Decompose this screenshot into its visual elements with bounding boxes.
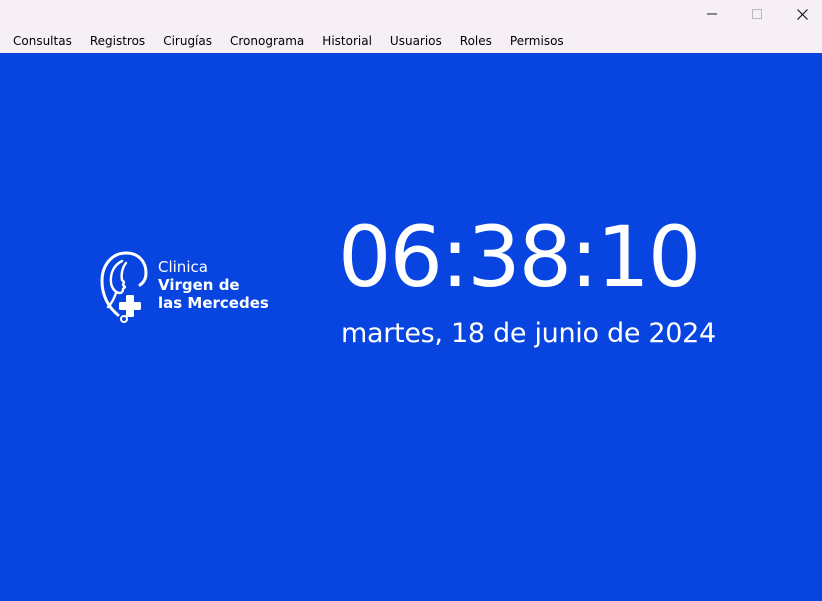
clock-display: 06:38:10 [338, 208, 701, 306]
app-window: Consultas Registros Cirugías Cronograma … [0, 0, 822, 601]
menu-item-usuarios[interactable]: Usuarios [381, 31, 451, 51]
logo-line-clinica: Clinica [158, 258, 208, 276]
logo-line-mercedes: las Mercedes [158, 294, 269, 312]
main-panel: Clinica Virgen de las Mercedes 06:38:10 … [0, 53, 822, 601]
menu-item-consultas[interactable]: Consultas [4, 31, 81, 51]
maximize-button[interactable] [734, 0, 780, 28]
menu-bar: Consultas Registros Cirugías Cronograma … [0, 28, 822, 53]
logo-line-virgen: Virgen de [158, 276, 240, 294]
menu-item-permisos[interactable]: Permisos [501, 31, 573, 51]
clinic-logo-text: Clinica Virgen de las Mercedes [158, 258, 269, 312]
menu-item-registros[interactable]: Registros [81, 31, 154, 51]
minimize-icon [707, 13, 717, 15]
minimize-button[interactable] [689, 0, 735, 28]
date-display: martes, 18 de junio de 2024 [341, 318, 716, 349]
menu-item-cronograma[interactable]: Cronograma [221, 31, 313, 51]
menu-item-historial[interactable]: Historial [313, 31, 381, 51]
menu-item-roles[interactable]: Roles [451, 31, 501, 51]
close-button[interactable] [779, 0, 822, 28]
clinic-logo-icon [100, 251, 148, 323]
close-icon [796, 8, 808, 20]
maximize-icon [752, 9, 762, 19]
clinic-logo: Clinica Virgen de las Mercedes [96, 249, 286, 323]
menu-item-cirugias[interactable]: Cirugías [154, 31, 221, 51]
title-bar[interactable] [0, 0, 822, 28]
